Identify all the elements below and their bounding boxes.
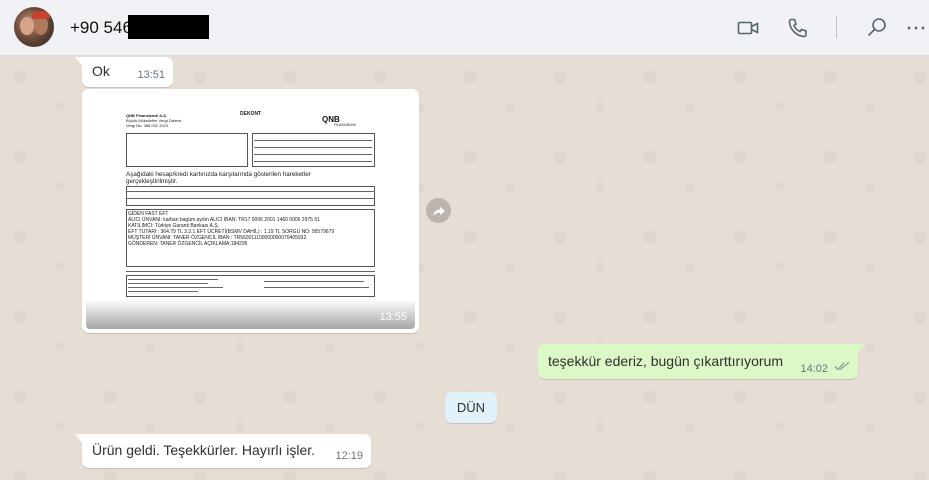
image-time-shade xyxy=(86,299,415,329)
more-icon[interactable] xyxy=(905,16,927,40)
doc-info-rule xyxy=(254,140,372,141)
doc-table-box xyxy=(126,186,375,206)
doc-brand-sub: FINANSBANK xyxy=(334,123,357,127)
doc-info-rule xyxy=(254,154,372,155)
message-time: 13:55 xyxy=(379,311,407,323)
receipt-document: QNB Finansbank A.Ş. Büyük Mükellefler Ve… xyxy=(124,107,378,297)
doc-footer-text xyxy=(128,291,198,292)
doc-line: GÖNDEREN: TANER ÖZGENCİL AÇIKLAMA:184295 xyxy=(128,241,248,247)
phone-icon[interactable] xyxy=(786,16,810,40)
message-time: 14:02 xyxy=(800,363,828,375)
doc-footer-text xyxy=(128,283,208,284)
doc-footer-rule xyxy=(126,271,375,272)
incoming-message[interactable]: Ürün geldi. Teşekkürler. Hayırlı işler. … xyxy=(75,434,371,468)
doc-info-rule xyxy=(254,147,372,148)
forward-button[interactable] xyxy=(426,198,451,223)
doc-title: DEKONT xyxy=(240,111,262,117)
forward-icon xyxy=(432,206,445,216)
outgoing-message[interactable]: teşekkür ederiz, bugün çıkarttırıyorum 1… xyxy=(538,344,865,379)
avatar-cap xyxy=(32,11,50,19)
message-time: 12:19 xyxy=(335,450,363,462)
chat-header: +90 546 xyxy=(0,0,929,56)
message-text: Ok xyxy=(92,63,110,79)
contact-avatar[interactable] xyxy=(14,7,54,47)
video-camera-icon[interactable] xyxy=(736,16,760,40)
date-divider: DÜN xyxy=(445,392,497,423)
doc-footer-text xyxy=(128,279,218,280)
read-ticks-icon xyxy=(834,358,850,374)
avatar-face-left xyxy=(20,17,34,35)
message-text: teşekkür ederiz, bugün çıkarttırıyorum xyxy=(548,353,783,369)
chat-area[interactable]: Ok 13:51 QNB Finansbank A.Ş. Büyük Mükel… xyxy=(0,57,929,480)
search-icon[interactable] xyxy=(865,16,889,40)
receipt-image[interactable]: QNB Finansbank A.Ş. Büyük Mükellefler Ve… xyxy=(86,93,415,329)
doc-heading: Aşağıdaki hesap/kredi kartınızda karşıla… xyxy=(126,171,311,185)
doc-table-rule xyxy=(126,191,375,192)
doc-info-box xyxy=(252,133,375,167)
contact-name[interactable]: +90 546 xyxy=(70,18,132,38)
doc-footer-text xyxy=(264,281,364,282)
doc-tax-no: Vergi No: 388 002 3324 xyxy=(126,123,169,128)
message-time: 13:51 xyxy=(137,69,165,81)
doc-footer-text xyxy=(264,287,369,288)
incoming-message[interactable]: Ok 13:51 xyxy=(75,57,173,87)
doc-customer-box xyxy=(126,133,248,167)
doc-footer-text xyxy=(128,287,223,288)
doc-info-rule xyxy=(254,161,372,162)
redaction-bar xyxy=(128,15,209,39)
message-text: Ürün geldi. Teşekkürler. Hayırlı işler. xyxy=(92,442,316,458)
doc-table-rule xyxy=(126,198,375,199)
header-divider xyxy=(836,16,837,38)
incoming-image-message[interactable]: QNB Finansbank A.Ş. Büyük Mükellefler Ve… xyxy=(82,89,419,333)
